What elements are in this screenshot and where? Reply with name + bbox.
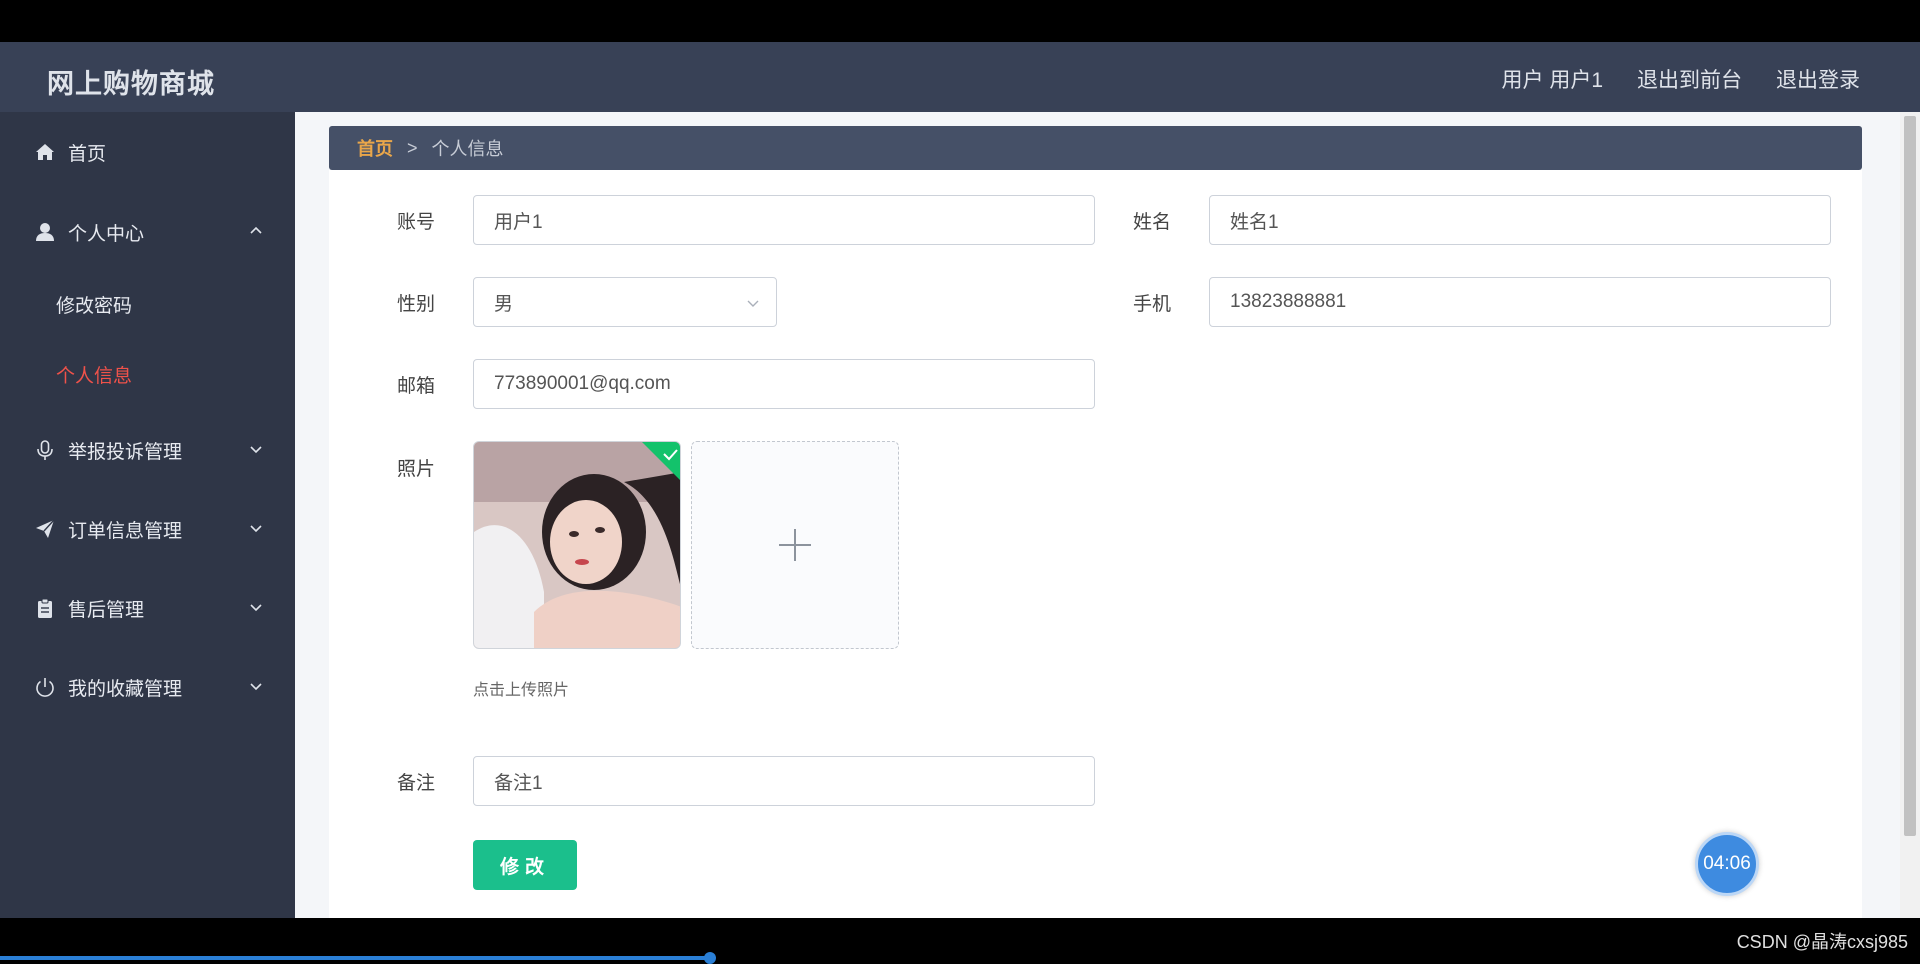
app-window: 网上购物商城 用户 用户1 退出到前台 退出登录 首页 个人中心 修改密码 个人… — [0, 42, 1920, 918]
email-label: 邮箱 — [396, 376, 435, 397]
name-label: 姓名 — [1132, 212, 1171, 233]
chevron-up-icon — [250, 226, 262, 234]
brand-title: 网上购物商城 — [47, 69, 215, 99]
remark-label: 备注 — [396, 773, 435, 794]
sidebar-item-after-sales[interactable]: 售后管理 — [0, 580, 295, 636]
uploaded-photo-thumbnail[interactable] — [473, 441, 681, 649]
chevron-down-icon — [250, 683, 262, 691]
main-content: 首页 > 个人信息 账号 用户1 姓名 姓名1 性别 男 手机 13823888… — [295, 112, 1920, 918]
email-field[interactable]: 773890001@qq.com — [473, 359, 1095, 409]
account-field[interactable]: 用户1 — [473, 195, 1095, 245]
sidebar-item-label: 订单信息管理 — [68, 520, 183, 542]
profile-form-card: 账号 用户1 姓名 姓名1 性别 男 手机 13823888881 邮箱 773… — [329, 170, 1862, 918]
current-user-label[interactable]: 用户 用户1 — [1501, 64, 1603, 94]
gender-selected-value: 男 — [494, 293, 514, 315]
sidebar-item-label: 个人中心 — [68, 223, 145, 245]
phone-field[interactable]: 13823888881 — [1209, 277, 1831, 327]
upload-hint: 点击上传照片 — [473, 682, 570, 699]
sidebar-item-complaints[interactable]: 举报投诉管理 — [0, 422, 295, 478]
sidebar-item-label: 修改密码 — [56, 295, 133, 317]
sidebar-item-home[interactable]: 首页 — [0, 124, 295, 180]
home-icon — [34, 141, 56, 163]
video-progress-handle[interactable] — [704, 952, 716, 964]
breadcrumb-current: 个人信息 — [431, 139, 504, 159]
gender-label: 性别 — [396, 294, 435, 315]
sidebar-item-label: 个人信息 — [56, 365, 133, 387]
exit-to-front-link[interactable]: 退出到前台 — [1637, 64, 1742, 94]
scrollbar-thumb[interactable] — [1904, 116, 1916, 836]
power-icon — [34, 676, 56, 698]
sidebar-item-orders[interactable]: 订单信息管理 — [0, 501, 295, 557]
sidebar-item-label: 我的收藏管理 — [68, 678, 183, 700]
sidebar-item-label: 首页 — [68, 143, 107, 165]
sidebar-item-label: 举报投诉管理 — [68, 441, 183, 463]
microphone-icon — [34, 439, 56, 461]
header-actions: 用户 用户1 退出到前台 退出登录 — [1501, 64, 1860, 94]
sidebar-item-favorites[interactable]: 我的收藏管理 — [0, 659, 295, 715]
user-icon — [34, 221, 56, 243]
video-bottom-bar: CSDN @晶涛cxsj985 — [0, 918, 1920, 964]
logout-link[interactable]: 退出登录 — [1776, 64, 1860, 94]
breadcrumb-home[interactable]: 首页 — [357, 135, 393, 161]
name-field[interactable]: 姓名1 — [1209, 195, 1831, 245]
gender-select[interactable]: 男 — [473, 277, 777, 327]
breadcrumb: 首页 > 个人信息 — [329, 126, 1862, 170]
paper-plane-icon — [34, 518, 56, 540]
sidebar-item-label: 售后管理 — [68, 599, 145, 621]
video-progress-bar[interactable] — [0, 956, 710, 960]
phone-label: 手机 — [1132, 294, 1171, 315]
remark-field[interactable]: 备注1 — [473, 756, 1095, 806]
video-top-bar — [0, 0, 1920, 42]
upload-photo-button[interactable] — [691, 441, 899, 649]
photo-label: 照片 — [396, 459, 435, 480]
chevron-down-icon — [250, 525, 262, 533]
account-label: 账号 — [396, 212, 435, 233]
clipboard-icon — [34, 597, 56, 619]
watermark: CSDN @晶涛cxsj985 — [1736, 932, 1908, 952]
sidebar-item-change-password[interactable]: 修改密码 — [0, 276, 295, 332]
chevron-down-icon — [250, 604, 262, 612]
chevron-down-icon — [250, 446, 262, 454]
portrait-image — [474, 442, 680, 648]
plus-icon — [779, 529, 811, 561]
breadcrumb-separator: > — [407, 137, 418, 158]
sidebar-item-personal-center[interactable]: 个人中心 — [0, 204, 295, 260]
timer-badge: 04:06 — [1695, 832, 1759, 896]
sidebar: 首页 个人中心 修改密码 个人信息 举报投诉管理 订单信息管理 售后管理 我的收… — [0, 112, 295, 918]
chevron-down-icon — [747, 300, 759, 307]
page-scrollbar[interactable] — [1900, 112, 1920, 918]
submit-button[interactable]: 修改 — [473, 840, 577, 890]
sidebar-item-personal-info[interactable]: 个人信息 — [0, 346, 295, 402]
top-header: 网上购物商城 用户 用户1 退出到前台 退出登录 — [0, 42, 1920, 112]
